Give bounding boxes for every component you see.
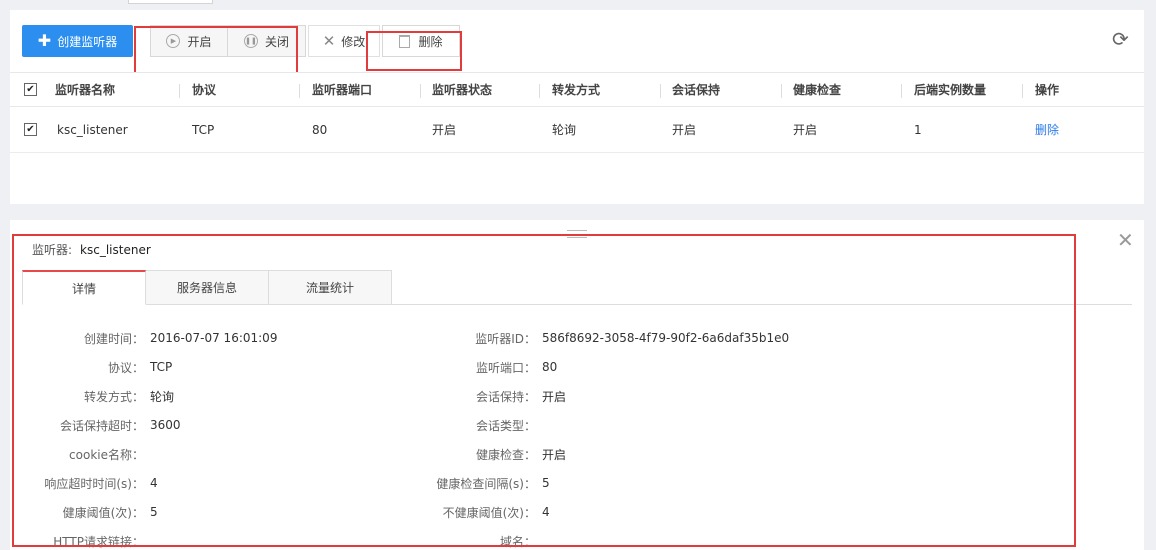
cell-port: 80 — [312, 122, 328, 137]
refresh-icon[interactable]: ⟳ — [1112, 27, 1129, 51]
col-separator — [420, 84, 421, 98]
cell-status: 开启 — [432, 123, 457, 137]
listener-list-panel: ✚ 创建监听器 ▶ 开启 ❚❚ 关闭 ✕ 修改 删除 ⟳ ✔ 监听器名称 协议 … — [10, 10, 1144, 204]
cell-forward: 轮询 — [552, 123, 577, 137]
col-health: 健康检查 — [793, 83, 842, 97]
row-delete-link[interactable]: 删除 — [1035, 107, 1059, 152]
col-action: 操作 — [1035, 83, 1060, 97]
create-listener-button[interactable]: ✚ 创建监听器 — [22, 25, 133, 57]
highlight-start-close — [134, 26, 298, 75]
col-separator — [179, 84, 180, 98]
col-forward: 转发方式 — [552, 83, 601, 97]
col-separator — [901, 84, 902, 98]
col-status: 监听器状态 — [432, 83, 493, 97]
cell-name: ksc_listener — [57, 122, 128, 137]
row-checkbox[interactable]: ✔ — [24, 122, 37, 136]
top-tab-stub — [128, 0, 213, 4]
col-name: 监听器名称 — [55, 83, 116, 97]
col-port: 监听器端口 — [312, 83, 373, 97]
col-protocol: 协议 — [192, 83, 217, 97]
col-session: 会话保持 — [672, 83, 721, 97]
col-backend: 后端实例数量 — [914, 83, 987, 97]
table-row[interactable]: ✔ ksc_listener TCP 80 开启 轮询 开启 开启 1 删除 — [10, 107, 1144, 153]
cell-backend: 1 — [914, 122, 922, 137]
col-separator — [1022, 84, 1023, 98]
modify-label: 修改 — [341, 34, 366, 49]
col-separator — [299, 84, 300, 98]
tools-icon: ✕ — [322, 32, 336, 50]
table-header: ✔ 监听器名称 协议 监听器端口 监听器状态 转发方式 会话保持 健康检查 后端… — [10, 72, 1144, 107]
cell-protocol: TCP — [192, 122, 215, 137]
select-all-checkbox[interactable]: ✔ — [24, 82, 37, 96]
col-separator — [660, 84, 661, 98]
col-separator — [781, 84, 782, 98]
toolbar: ✚ 创建监听器 ▶ 开启 ❚❚ 关闭 ✕ 修改 删除 — [22, 25, 1132, 75]
cell-health: 开启 — [793, 123, 818, 137]
col-separator — [539, 84, 540, 98]
highlight-detail — [12, 234, 1076, 547]
plus-icon: ✚ — [37, 31, 52, 50]
cell-session: 开启 — [672, 123, 697, 137]
highlight-delete — [366, 31, 462, 71]
close-icon[interactable]: ✕ — [1117, 228, 1134, 252]
listener-detail-panel: ✕ 监听器: ksc_listener 详情 服务器信息 流量统计 创建时间： 20… — [10, 220, 1144, 550]
create-listener-label: 创建监听器 — [57, 34, 118, 49]
